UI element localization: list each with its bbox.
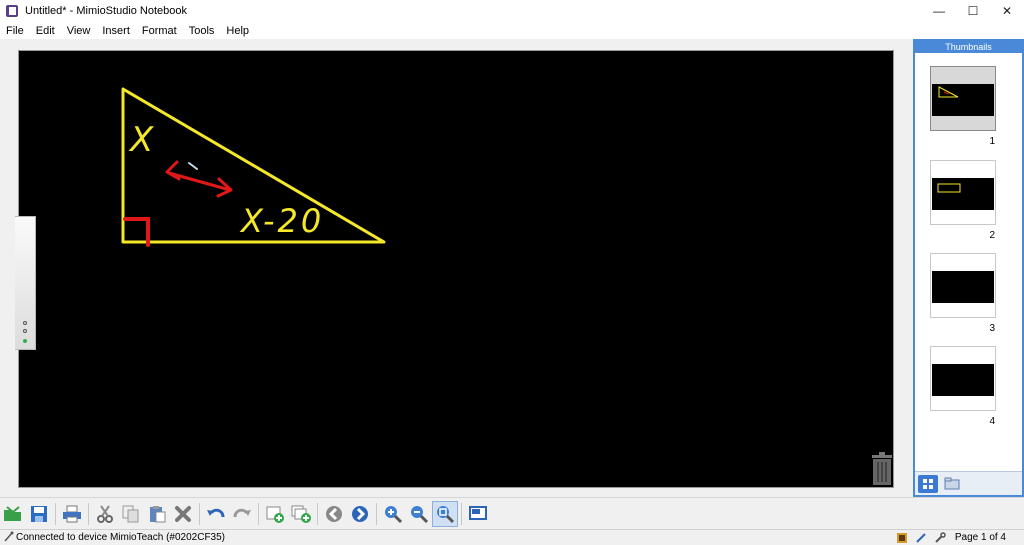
previous-page-icon — [326, 505, 342, 522]
open-icon — [4, 505, 21, 521]
thumbnail-preview — [932, 178, 994, 210]
thumbnail-preview — [932, 271, 994, 303]
delete-button[interactable] — [170, 501, 196, 527]
menu-bar: File Edit View Insert Format Tools Help — [0, 22, 1024, 39]
close-button[interactable]: ✕ — [990, 0, 1024, 22]
thumbnails-panel: Thumbnails 1 2 3 4 — [913, 39, 1024, 497]
next-page-button[interactable] — [347, 501, 373, 527]
status-bar: Connected to device MimioTeach (#0202CF3… — [0, 529, 1024, 544]
canvas-drawing: X X-20 — [121, 87, 386, 247]
open-button[interactable] — [0, 501, 26, 527]
new-page-button[interactable] — [262, 501, 288, 527]
workspace: X X-20 — [0, 39, 912, 497]
maximize-button[interactable]: ☐ — [956, 0, 990, 22]
thumbnail-page-3[interactable] — [930, 253, 996, 318]
thumbnail-triangle-preview — [938, 86, 959, 98]
print-button[interactable] — [59, 501, 85, 527]
handle-indicator — [23, 339, 27, 343]
label-x-minus-20[interactable]: X-20 — [239, 202, 324, 240]
paste-icon — [150, 505, 166, 522]
thumbnails-header: Thumbnails — [915, 41, 1022, 53]
pen-icon — [916, 532, 926, 543]
zoom-fit-button[interactable] — [432, 500, 458, 527]
label-x[interactable]: X — [128, 120, 154, 160]
print-icon — [63, 505, 81, 522]
menu-edit[interactable]: Edit — [30, 25, 61, 37]
copy-button[interactable] — [118, 501, 144, 527]
status-tool-3[interactable] — [932, 531, 948, 545]
zoom-in-icon — [385, 505, 403, 523]
undo-icon — [207, 508, 225, 517]
device-connection-icon — [4, 531, 14, 542]
copy-icon — [122, 505, 139, 522]
thumbnail-number: 4 — [989, 416, 995, 427]
screen-icon — [469, 505, 487, 520]
main-toolbar — [0, 497, 1024, 529]
next-page-icon — [352, 505, 368, 522]
zoom-out-button[interactable] — [406, 501, 432, 527]
thumbnails-footer — [915, 471, 1022, 495]
duplicate-page-button[interactable] — [288, 501, 314, 527]
page-indicator: Page 1 of 4 — [954, 532, 1006, 543]
undo-button[interactable] — [203, 501, 229, 527]
status-text: Connected to device MimioTeach (#0202CF3… — [16, 531, 225, 543]
window-title: Untitled* - MimioStudio Notebook — [25, 5, 188, 17]
handle-dot — [23, 321, 27, 325]
redo-button[interactable] — [229, 501, 255, 527]
duplicate-page-icon — [291, 505, 311, 523]
status-tool-2[interactable] — [913, 531, 929, 545]
save-icon — [31, 505, 47, 522]
title-bar: Untitled* - MimioStudio Notebook — ☐ ✕ — [0, 0, 1024, 22]
status-tool-1[interactable] — [894, 531, 910, 545]
zoom-out-icon — [411, 505, 429, 523]
cut-button[interactable] — [92, 501, 118, 527]
thumbnail-preview — [932, 84, 994, 116]
menu-insert[interactable]: Insert — [96, 25, 136, 37]
cut-icon — [97, 504, 113, 523]
redo-icon — [233, 508, 251, 517]
thumbnail-view-icon[interactable] — [918, 475, 938, 493]
menu-help[interactable]: Help — [220, 25, 255, 37]
side-tab-handle[interactable] — [15, 216, 36, 350]
screen-button[interactable] — [465, 501, 491, 527]
app-icon — [6, 5, 18, 17]
wrench-icon — [935, 531, 946, 543]
paste-button[interactable] — [144, 501, 170, 527]
zoom-fit-icon — [437, 505, 455, 523]
thumbnail-page-4[interactable] — [930, 346, 996, 411]
save-button[interactable] — [26, 501, 52, 527]
thumbnail-number: 3 — [989, 323, 995, 334]
thumbnail-page-2[interactable] — [930, 160, 996, 225]
notebook-canvas[interactable]: X X-20 — [18, 50, 894, 488]
new-page-icon — [266, 506, 284, 523]
zoom-in-button[interactable] — [380, 501, 406, 527]
minimize-button[interactable]: — — [922, 0, 956, 22]
thumbnail-page-1[interactable] — [930, 66, 996, 131]
previous-page-button[interactable] — [321, 501, 347, 527]
menu-view[interactable]: View — [61, 25, 97, 37]
thumbnail-preview — [932, 364, 994, 396]
handle-dot — [23, 329, 27, 333]
menu-tools[interactable]: Tools — [183, 25, 221, 37]
thumbnail-number: 1 — [989, 136, 995, 147]
double-arrow-drawing[interactable] — [165, 160, 233, 198]
thumbnail-number: 2 — [989, 230, 995, 241]
thumbnail-rect-preview — [937, 183, 961, 193]
trash-icon[interactable] — [869, 452, 895, 486]
delete-icon — [175, 505, 191, 522]
menu-format[interactable]: Format — [136, 25, 183, 37]
marker-icon — [896, 532, 907, 543]
menu-file[interactable]: File — [0, 25, 30, 37]
gallery-view-icon[interactable] — [942, 475, 962, 493]
